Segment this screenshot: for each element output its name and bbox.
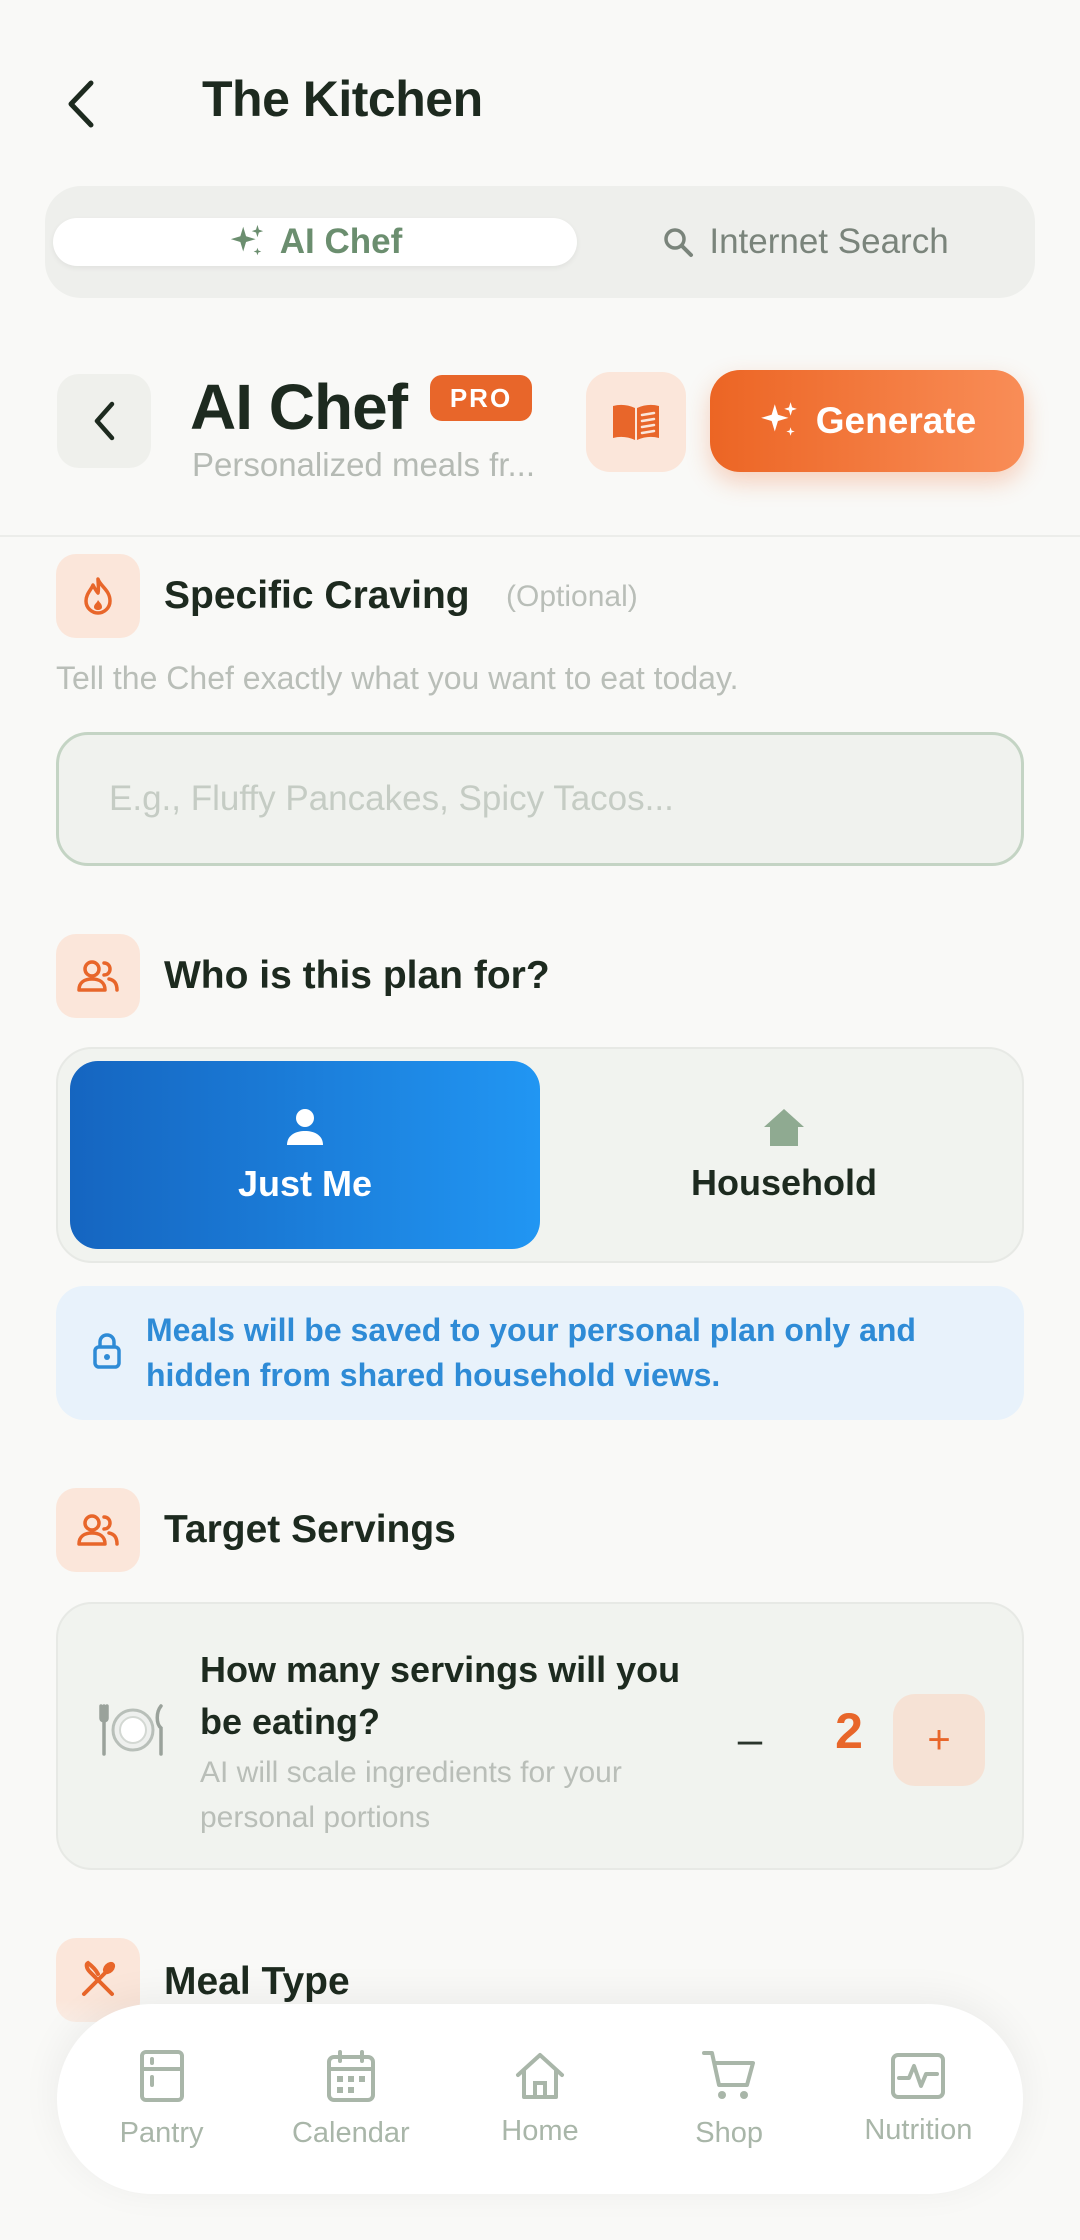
nav-home[interactable]: Home xyxy=(450,2051,630,2148)
nav-pantry-label: Pantry xyxy=(119,2116,204,2149)
calendar-icon xyxy=(326,2049,375,2102)
tab-ai-chef-label: AI Chef xyxy=(279,222,403,261)
app-header: The Kitchen xyxy=(0,56,1080,166)
pantry-icon xyxy=(139,2049,184,2102)
craving-optional: (Optional) xyxy=(506,580,638,613)
chevron-left-icon xyxy=(68,80,94,128)
nav-shop[interactable]: Shop xyxy=(639,2049,819,2150)
home-icon xyxy=(515,2052,564,2099)
recipe-book-button[interactable] xyxy=(586,372,686,472)
cart-icon xyxy=(702,2050,756,2099)
bottom-nav: Pantry Calendar Home Shop Nutrition xyxy=(57,2004,1023,2194)
chevron-left-icon xyxy=(94,401,115,441)
users-icon xyxy=(77,1514,119,1546)
option-just-me-label: Just Me xyxy=(237,1163,373,1204)
chef-subtitle: Personalized meals fr... xyxy=(192,446,535,483)
option-household-label: Household xyxy=(691,1162,877,1203)
mode-toggle: AI Chef Internet Search xyxy=(45,186,1035,298)
generate-label: Generate xyxy=(815,400,977,441)
screen: The Kitchen AI Chef Internet Search AI C… xyxy=(0,0,1080,2240)
nav-nutrition-label: Nutrition xyxy=(864,2113,973,2146)
lock-icon xyxy=(93,1333,121,1369)
book-icon xyxy=(613,404,659,440)
utensils-icon xyxy=(82,1960,116,1996)
sparkle-icon xyxy=(760,402,797,436)
chef-back-button[interactable] xyxy=(57,374,151,468)
ai-chef-header: AI Chef PRO Personalized meals fr... Gen… xyxy=(0,370,1080,500)
chef-title: AI Chef xyxy=(190,371,408,443)
craving-title: Specific Craving xyxy=(164,574,470,617)
back-button[interactable] xyxy=(52,74,108,134)
plan-for-title: Who is this plan for? xyxy=(164,954,550,997)
plate-cutlery-icon xyxy=(99,1704,163,1756)
tab-internet-search-label: Internet Search xyxy=(709,222,949,261)
tab-internet-search[interactable]: Internet Search xyxy=(590,218,1020,266)
option-household[interactable]: Household xyxy=(554,1061,1014,1249)
search-icon xyxy=(664,228,694,257)
servings-count: 2 xyxy=(835,1703,863,1759)
nav-home-label: Home xyxy=(501,2114,579,2147)
nav-shop-label: Shop xyxy=(695,2116,764,2149)
sparkle-icon xyxy=(230,224,263,256)
flame-icon xyxy=(84,577,112,615)
users-icon xyxy=(77,960,119,992)
person-icon xyxy=(287,1109,323,1145)
decrease-servings-button[interactable]: – xyxy=(718,1708,782,1772)
servings-subtext: AI will scale ingredients for your perso… xyxy=(200,1756,622,1834)
servings-question: How many servings will you be eating? xyxy=(200,1649,681,1742)
home-icon xyxy=(764,1109,804,1146)
activity-monitor-icon xyxy=(891,2052,946,2099)
nav-nutrition[interactable]: Nutrition xyxy=(828,2052,1008,2147)
tab-ai-chef[interactable]: AI Chef xyxy=(53,218,577,266)
nav-calendar-label: Calendar xyxy=(291,2116,410,2149)
nav-calendar[interactable]: Calendar xyxy=(261,2049,441,2150)
nav-pantry[interactable]: Pantry xyxy=(72,2049,252,2150)
option-just-me[interactable]: Just Me xyxy=(70,1061,540,1249)
increase-servings-button[interactable]: + xyxy=(893,1694,985,1786)
servings-section-icon xyxy=(56,1488,140,1572)
meal-type-title: Meal Type xyxy=(164,1960,350,2003)
plan-for-toggle: Just Me Household xyxy=(56,1047,1024,1263)
plan-for-section-icon xyxy=(56,934,140,1018)
privacy-notice-text: Meals will be saved to your personal pla… xyxy=(146,1312,916,1393)
page-title: The Kitchen xyxy=(202,71,483,127)
servings-title: Target Servings xyxy=(164,1508,456,1551)
generate-button[interactable]: Generate xyxy=(710,370,1024,472)
privacy-notice: Meals will be saved to your personal pla… xyxy=(56,1286,1024,1420)
craving-input[interactable] xyxy=(56,732,1024,866)
craving-description: Tell the Chef exactly what you want to e… xyxy=(56,660,739,696)
servings-card: How many servings will you be eating? AI… xyxy=(56,1602,1024,1870)
craving-section-icon xyxy=(56,554,140,638)
divider xyxy=(0,535,1080,537)
pro-badge: PRO xyxy=(430,375,532,421)
